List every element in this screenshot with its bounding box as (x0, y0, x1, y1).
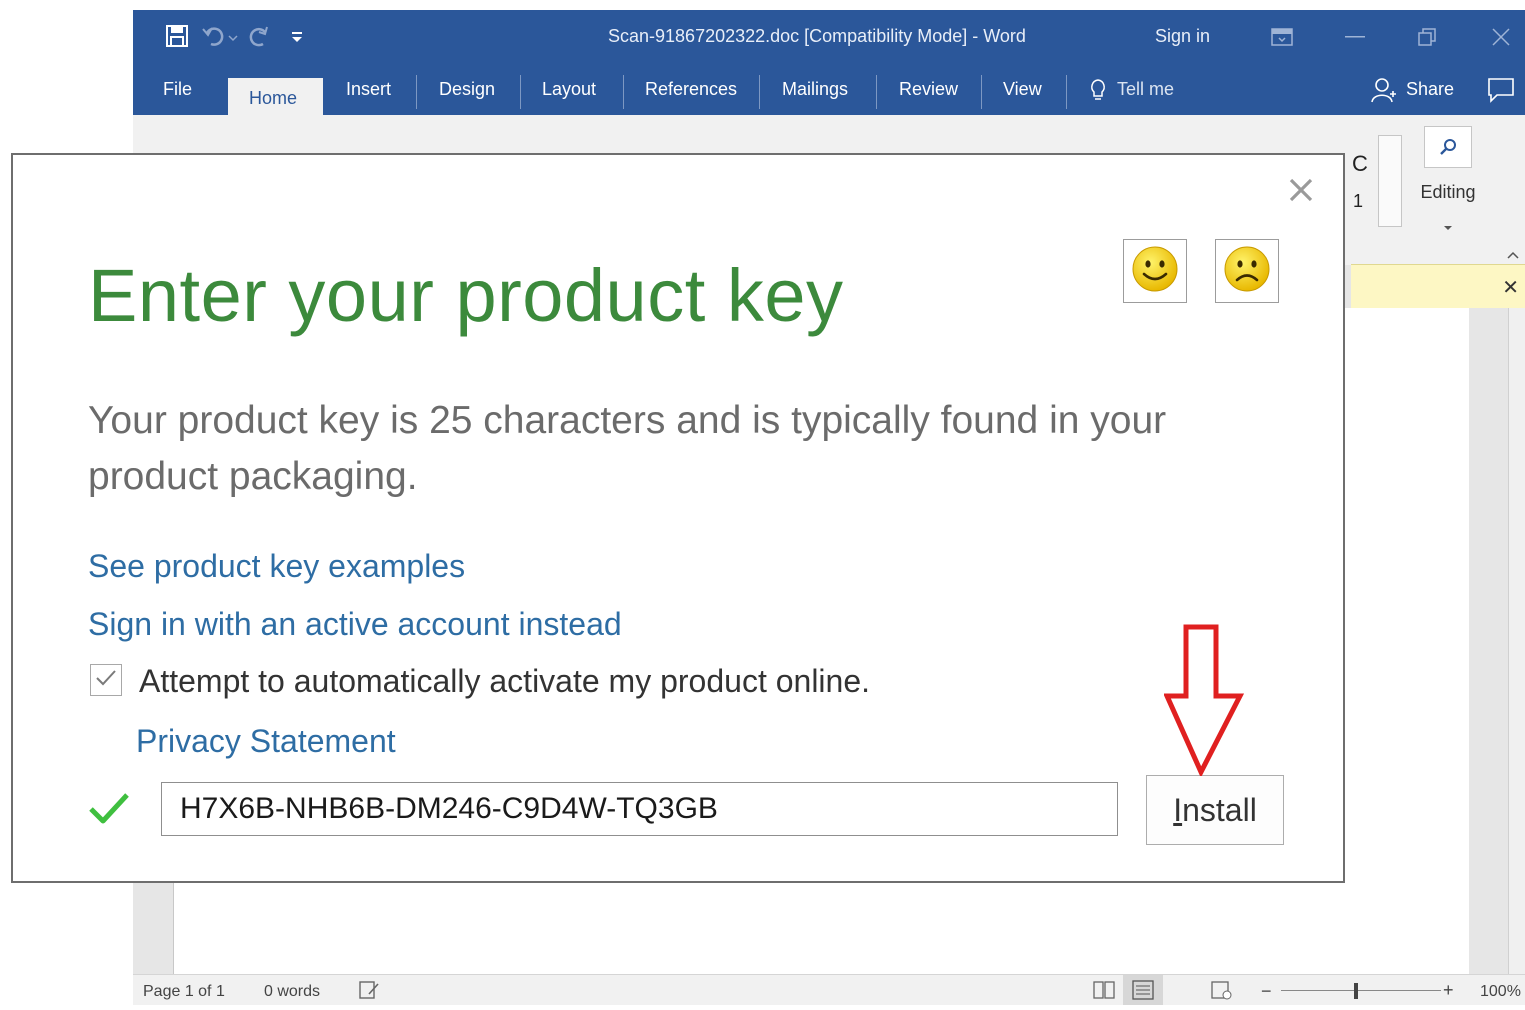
tab-separator (416, 75, 417, 109)
share-person-icon[interactable] (1371, 77, 1397, 108)
message-bar-close-icon[interactable]: ✕ (1502, 275, 1519, 300)
tab-design[interactable]: Design (439, 79, 495, 100)
smiley-happy-icon (1131, 245, 1179, 298)
zoom-slider-thumb[interactable] (1354, 983, 1358, 999)
tab-separator (520, 75, 521, 109)
ribbon-tabs: File Home Insert Design Layout Reference… (133, 65, 1525, 115)
tab-separator (1066, 75, 1067, 109)
title-bar: Scan-91867202322.doc [Compatibility Mode… (133, 10, 1525, 65)
tab-file[interactable]: File (163, 79, 192, 100)
page-count[interactable]: Page 1 of 1 (143, 983, 225, 1001)
status-bar: Page 1 of 1 0 words − + 100% (133, 974, 1525, 1005)
tab-insert[interactable]: Insert (346, 79, 391, 100)
tab-separator (981, 75, 982, 109)
privacy-statement-link[interactable]: Privacy Statement (136, 723, 396, 760)
tab-home-label: Home (249, 88, 298, 108)
read-mode-icon[interactable] (1093, 980, 1115, 1005)
dialog-close-icon[interactable] (1286, 177, 1316, 207)
editing-label: Editing (1420, 182, 1476, 202)
styles-scroll[interactable] (1378, 135, 1402, 227)
web-layout-icon[interactable] (1211, 980, 1233, 1005)
message-bar: ✕ (1351, 264, 1525, 310)
ribbon-collapse-icon[interactable] (1507, 247, 1519, 259)
zoom-out-icon[interactable]: − (1261, 981, 1272, 1002)
tab-home[interactable]: Home (228, 78, 323, 115)
product-key-input[interactable] (161, 782, 1118, 836)
word-count[interactable]: 0 words (264, 983, 320, 1001)
auto-activate-label: Attempt to automatically activate my pro… (139, 663, 871, 699)
see-key-examples-link[interactable]: See product key examples (88, 548, 465, 585)
zoom-in-icon[interactable]: + (1443, 980, 1454, 1001)
tell-me-box[interactable]: Tell me (1117, 79, 1174, 100)
search-icon (1424, 126, 1472, 168)
chevron-down-icon (1443, 218, 1453, 236)
install-accelerator: I (1173, 791, 1183, 828)
ribbon-display-icon[interactable] (1268, 24, 1296, 50)
send-frown-button[interactable] (1215, 239, 1279, 303)
tab-mailings[interactable]: Mailings (782, 79, 848, 100)
install-button[interactable]: Install (1146, 775, 1284, 845)
window-title: Scan-91867202322.doc [Compatibility Mode… (608, 26, 1026, 46)
vertical-scrollbar[interactable] (1508, 308, 1525, 974)
customize-qat-icon[interactable] (287, 24, 307, 48)
tab-review[interactable]: Review (899, 79, 958, 100)
redo-icon[interactable] (247, 24, 273, 48)
dialog-title: Enter your product key (88, 254, 844, 337)
product-key-dialog: Enter your product key Your product key … (11, 153, 1345, 883)
save-icon[interactable] (165, 24, 189, 48)
red-arrow-icon (1163, 624, 1245, 781)
restore-icon[interactable] (1413, 24, 1441, 50)
tab-separator (759, 75, 760, 109)
print-layout-icon[interactable] (1123, 975, 1163, 1005)
styles-partial-c: C (1352, 151, 1368, 176)
sign-in-account-link[interactable]: Sign in with an active account instead (88, 606, 622, 643)
minimize-icon[interactable] (1341, 24, 1369, 50)
zoom-slider-track[interactable] (1281, 990, 1441, 991)
dialog-description: Your product key is 25 characters and is… (88, 399, 1167, 498)
lightbulb-icon (1089, 78, 1107, 107)
tab-layout[interactable]: Layout (542, 79, 596, 100)
sign-in-link[interactable]: Sign in (1155, 26, 1210, 47)
proofing-icon[interactable] (359, 980, 381, 1005)
close-icon[interactable] (1487, 24, 1515, 50)
send-smile-button[interactable] (1123, 239, 1187, 303)
valid-check-icon (89, 791, 129, 830)
checkmark-icon (95, 668, 117, 693)
tab-separator (623, 75, 624, 109)
tab-view[interactable]: View (1003, 79, 1042, 100)
styles-partial-1: 1 (1353, 191, 1364, 211)
editing-button[interactable]: Editing (1418, 122, 1478, 232)
tab-references[interactable]: References (645, 79, 737, 100)
share-button[interactable]: Share (1406, 79, 1454, 100)
quick-access-toolbar (165, 24, 307, 48)
auto-activate-checkbox[interactable] (90, 664, 122, 696)
install-label: nstall (1182, 791, 1257, 828)
zoom-level[interactable]: 100% (1480, 983, 1521, 1001)
comments-icon[interactable] (1487, 77, 1515, 108)
tab-separator (876, 75, 877, 109)
undo-icon[interactable] (201, 24, 241, 48)
smiley-sad-icon (1223, 245, 1271, 298)
